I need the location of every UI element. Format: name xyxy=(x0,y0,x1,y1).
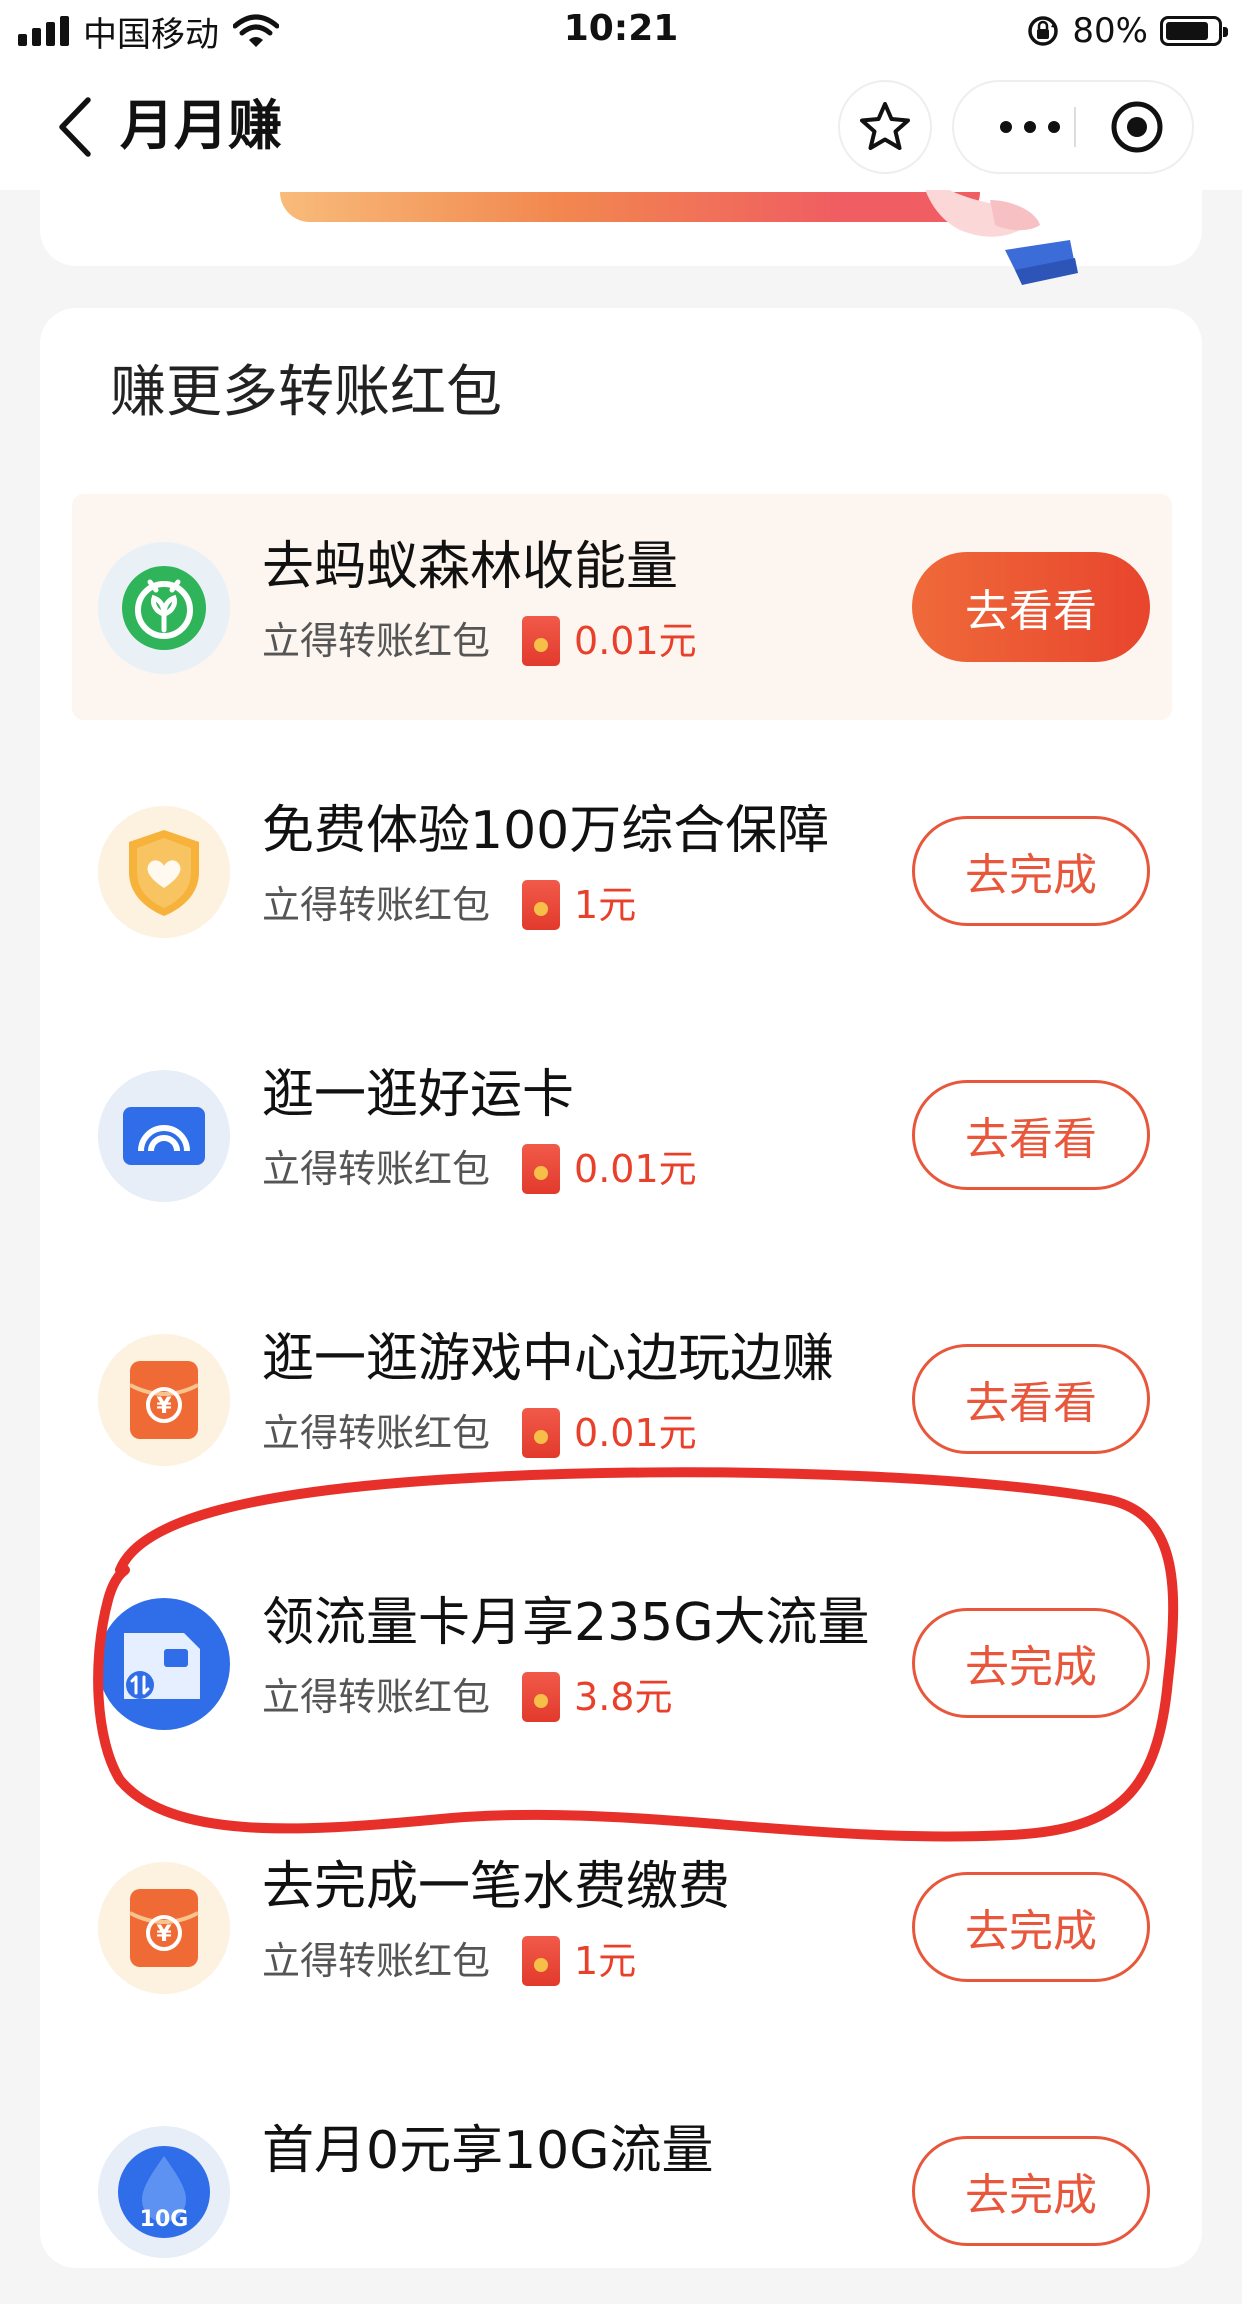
mini-program-capsule xyxy=(954,82,1192,172)
star-icon xyxy=(860,102,910,150)
task-sub-label: 立得转账红包 xyxy=(262,883,491,927)
task-subtitle: 立得转账红包 1元 xyxy=(262,1934,636,1988)
go-view-button[interactable]: 去看看 xyxy=(912,1080,1150,1190)
task-row-insurance: 免费体验100万综合保障 立得转账红包 1元 去完成 xyxy=(72,758,1172,984)
task-card: 赚更多转账红包 去蚂蚁森林收能量 立得转账红包 0.01元 去看看 免费体验10… xyxy=(40,308,1202,2268)
red-envelope-icon xyxy=(522,1936,561,1986)
page-title: 月月赚 xyxy=(120,94,282,157)
reward-amount: 0.01元 xyxy=(574,619,697,663)
red-envelope-icon xyxy=(522,880,561,930)
task-sub-label: 立得转账红包 xyxy=(262,1147,491,1191)
go-view-button[interactable]: 去看看 xyxy=(912,1344,1150,1454)
go-complete-button[interactable]: 去完成 xyxy=(912,816,1150,926)
capsule-divider xyxy=(1074,107,1076,147)
task-title: 领流量卡月享235G大流量 xyxy=(262,1593,870,1653)
task-row-10g-data: 10G 首月0元享10G流量 去完成 xyxy=(72,2078,1172,2304)
red-envelope-icon xyxy=(522,1144,561,1194)
close-mini-program-button[interactable] xyxy=(1094,82,1180,172)
target-icon xyxy=(1111,101,1163,153)
task-title: 免费体验100万综合保障 xyxy=(262,801,830,861)
data-drop-icon: 10G xyxy=(98,2126,230,2258)
svg-text:¥: ¥ xyxy=(156,1922,172,1947)
task-title: 首月0元享10G流量 xyxy=(262,2121,714,2181)
task-subtitle: 立得转账红包 0.01元 xyxy=(262,1406,697,1460)
go-complete-button[interactable]: 去完成 xyxy=(912,1872,1150,1982)
rotation-lock-icon xyxy=(1028,16,1059,46)
task-title: 逛一逛好运卡 xyxy=(262,1065,575,1125)
task-sub-label: 立得转账红包 xyxy=(262,619,491,663)
data-drop-label: 10G xyxy=(140,2207,189,2232)
task-sub-label: 立得转账红包 xyxy=(262,1411,491,1455)
task-subtitle: 立得转账红包 1元 xyxy=(262,878,636,932)
battery-percent: 80% xyxy=(1072,11,1148,51)
reward-amount: 1元 xyxy=(574,1939,637,1983)
battery-icon xyxy=(1160,16,1228,46)
task-subtitle: 立得转账红包 0.01元 xyxy=(262,614,697,668)
task-row-lucky-card: 逛一逛好运卡 立得转账红包 0.01元 去看看 xyxy=(72,1022,1172,1248)
reward-amount: 0.01元 xyxy=(574,1147,697,1191)
task-sub-label: 立得转账红包 xyxy=(262,1675,491,1719)
go-complete-button[interactable]: 去完成 xyxy=(912,2136,1150,2246)
task-title: 逛一逛游戏中心边玩边赚 xyxy=(262,1329,835,1389)
status-right: 80% xyxy=(1026,10,1228,52)
task-row-data-card: 领流量卡月享235G大流量 立得转账红包 3.8元 去完成 xyxy=(72,1550,1172,1776)
reward-amount: 0.01元 xyxy=(574,1411,697,1455)
back-button[interactable] xyxy=(48,92,108,162)
task-subtitle: 立得转账红包 3.8元 xyxy=(262,1670,672,1724)
task-row-water-bill: ¥ 去完成一笔水费缴费 立得转账红包 1元 去完成 xyxy=(72,1814,1172,2040)
status-bar: 中国移动 10:21 80% xyxy=(0,0,1242,62)
svg-text:¥: ¥ xyxy=(156,1394,172,1419)
section-title: 赚更多转账红包 xyxy=(110,360,502,425)
nav-bar: 月月赚 xyxy=(0,62,1242,190)
chevron-left-icon xyxy=(59,97,91,157)
reward-amount: 3.8元 xyxy=(574,1675,673,1719)
task-title: 去蚂蚁森林收能量 xyxy=(262,537,679,597)
task-title: 去完成一笔水费缴费 xyxy=(262,1857,731,1917)
reward-amount: 1元 xyxy=(574,883,637,927)
yuan-envelope-icon: ¥ xyxy=(98,1862,230,1994)
forest-icon xyxy=(98,542,230,674)
task-row-game-center: ¥ 逛一逛游戏中心边玩边赚 立得转账红包 0.01元 去看看 xyxy=(72,1286,1172,1512)
more-icon xyxy=(1000,121,1012,133)
task-subtitle: 立得转账红包 0.01元 xyxy=(262,1142,697,1196)
task-sub-label: 立得转账红包 xyxy=(262,1939,491,1983)
shield-heart-icon xyxy=(98,806,230,938)
go-view-button[interactable]: 去看看 xyxy=(912,552,1150,662)
red-envelope-icon xyxy=(522,616,561,666)
rainbow-card-icon xyxy=(98,1070,230,1202)
red-envelope-icon xyxy=(522,1672,561,1722)
yuan-envelope-icon: ¥ xyxy=(98,1334,230,1466)
favorite-button[interactable] xyxy=(840,82,930,172)
red-envelope-icon xyxy=(522,1408,561,1458)
sim-card-icon xyxy=(98,1598,230,1730)
more-button[interactable] xyxy=(990,82,1070,172)
task-row-forest: 去蚂蚁森林收能量 立得转账红包 0.01元 去看看 xyxy=(72,494,1172,720)
go-complete-button[interactable]: 去完成 xyxy=(912,1608,1150,1718)
